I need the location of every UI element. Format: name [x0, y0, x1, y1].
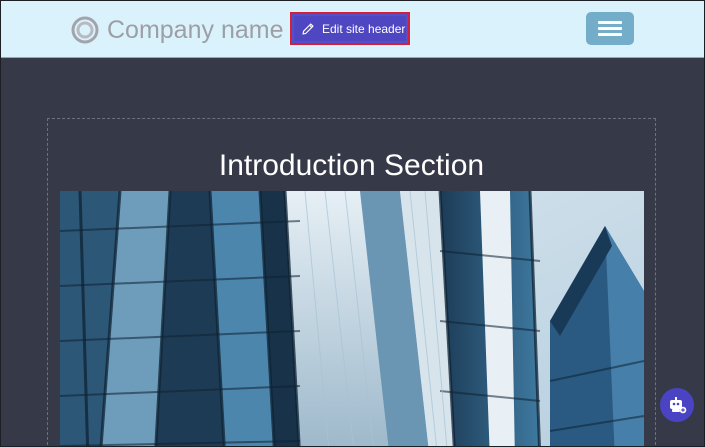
section-title: Introduction Section [218, 149, 485, 182]
page-frame: Company name Edit site header Introducti… [0, 0, 705, 447]
hamburger-line [598, 33, 622, 36]
menu-button[interactable] [586, 12, 634, 45]
hamburger-line [598, 21, 622, 24]
intro-section: Introduction Section [47, 118, 656, 446]
site-header: Company name Edit site header [1, 1, 704, 58]
ring-logo-icon [71, 16, 99, 44]
pencil-icon [302, 22, 314, 35]
hamburger-line [598, 27, 622, 30]
edit-site-header-label: Edit site header [322, 21, 406, 36]
company-name[interactable]: Company name [107, 14, 283, 46]
edit-site-header-button[interactable]: Edit site header [290, 12, 410, 45]
bot-assistant-button[interactable] [660, 388, 694, 422]
bot-add-icon [670, 397, 687, 414]
building-facade-image [60, 191, 644, 446]
